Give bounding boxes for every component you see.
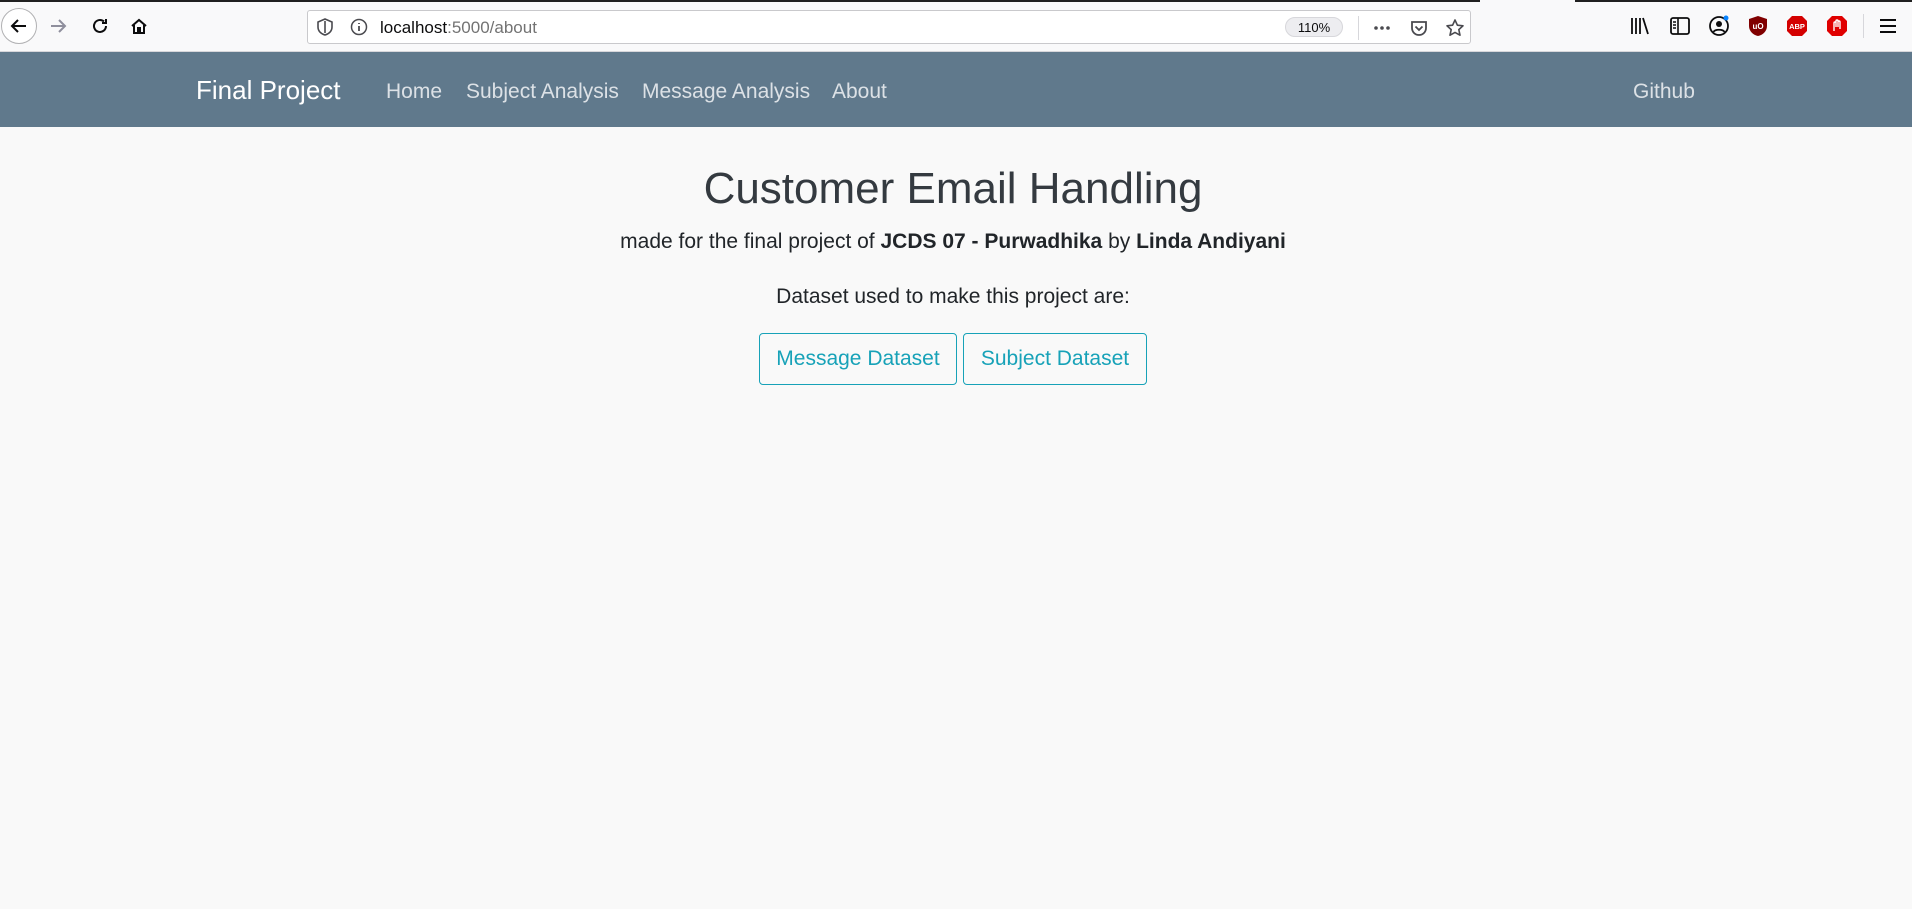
nav-link-subject-analysis[interactable]: Subject Analysis: [466, 80, 619, 104]
ublock-button[interactable]: uO: [1746, 14, 1770, 38]
site-navbar: Final Project Home Subject Analysis Mess…: [0, 52, 1912, 127]
url-text[interactable]: localhost:5000/about: [380, 18, 537, 38]
url-divider: [1358, 16, 1359, 40]
pocket-icon: [1411, 21, 1427, 36]
toolbar-divider: [1863, 14, 1864, 38]
ublock-icon: uO: [1749, 16, 1767, 36]
page-actions-button[interactable]: [1372, 18, 1392, 38]
reload-icon: [93, 18, 107, 33]
url-bar[interactable]: localhost:5000/about 110%: [307, 10, 1471, 44]
home-icon: [131, 18, 147, 34]
byline-middle: by: [1102, 230, 1137, 253]
abp-label: ABP: [1789, 22, 1805, 31]
home-button[interactable]: [121, 8, 157, 44]
nav-link-about[interactable]: About: [832, 80, 887, 104]
library-button[interactable]: [1628, 14, 1652, 38]
byline: made for the final project of JCDS 07 - …: [0, 230, 1906, 254]
nav-link-home[interactable]: Home: [386, 80, 442, 104]
dataset-intro: Dataset used to make this project are:: [776, 285, 1130, 308]
browser-toolbar: localhost:5000/about 110% uO ABP: [0, 0, 1912, 52]
url-host: localhost: [380, 18, 448, 37]
adblock-plus-button[interactable]: ABP: [1785, 14, 1809, 38]
message-dataset-button[interactable]: Message Dataset: [759, 333, 957, 385]
forward-arrow-icon: [51, 19, 67, 33]
back-arrow-icon: [10, 19, 26, 33]
main-content: Customer Email Handling made for the fin…: [0, 127, 1912, 909]
byline-author: Linda Andiyani: [1136, 230, 1286, 253]
zoom-badge[interactable]: 110%: [1285, 17, 1343, 37]
window-top-edge: [0, 0, 1480, 2]
svg-text:uO: uO: [1752, 22, 1763, 31]
account-icon: [1709, 15, 1729, 36]
byline-prefix: made for the final project of: [620, 230, 881, 253]
stop-extension-button[interactable]: [1825, 14, 1849, 38]
byline-program: JCDS 07 - Purwadhika: [880, 230, 1103, 253]
account-button[interactable]: [1707, 14, 1731, 38]
stop-icon: [1827, 16, 1847, 36]
sidebar-button[interactable]: [1668, 14, 1692, 38]
forward-button[interactable]: [40, 8, 76, 44]
pocket-button[interactable]: [1409, 18, 1429, 38]
page-title: Customer Email Handling: [703, 164, 1203, 213]
window-top-edge-right: [1575, 0, 1912, 2]
app-menu-button[interactable]: [1876, 14, 1900, 38]
hamburger-menu-icon: [1880, 19, 1896, 33]
back-button[interactable]: [1, 8, 37, 44]
library-icon: [1631, 17, 1649, 35]
subject-dataset-button[interactable]: Subject Dataset: [963, 333, 1147, 385]
abp-icon: ABP: [1787, 16, 1807, 36]
nav-link-github[interactable]: Github: [1633, 80, 1695, 104]
shield-icon[interactable]: [316, 18, 334, 36]
nav-link-message-analysis[interactable]: Message Analysis: [642, 80, 810, 104]
url-path: :5000/about: [447, 18, 537, 37]
sidebar-icon: [1670, 17, 1690, 35]
bookmark-star-button[interactable]: [1445, 18, 1465, 38]
navbar-brand[interactable]: Final Project: [196, 75, 341, 106]
more-icon: [1374, 26, 1390, 30]
star-icon: [1446, 19, 1464, 36]
info-icon[interactable]: [350, 18, 368, 36]
reload-button[interactable]: [82, 8, 118, 44]
